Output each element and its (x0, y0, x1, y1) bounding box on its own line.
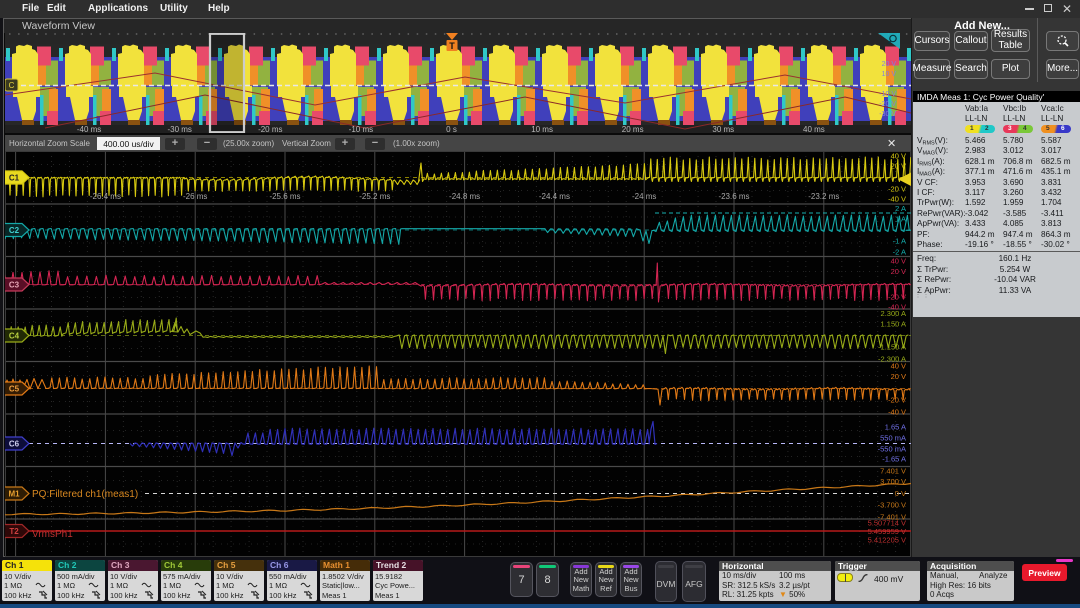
svg-text:-2 A: -2 A (893, 248, 906, 257)
svg-text:-20 V: -20 V (888, 396, 906, 405)
svg-text:550 mA: 550 mA (880, 434, 906, 443)
svg-text:-1.150 A: -1.150 A (878, 343, 906, 352)
svg-text:M1: M1 (8, 490, 20, 499)
svg-text:-26 ms: -26 ms (183, 192, 207, 201)
svg-text:10 V: 10 V (882, 71, 897, 78)
svg-text:-10 V: -10 V (879, 91, 896, 98)
svg-text:C5: C5 (9, 385, 20, 394)
svg-text:-30 V: -30 V (879, 111, 896, 118)
svg-text:PQ:Filtered ch1(meas1): PQ:Filtered ch1(meas1) (32, 489, 138, 500)
svg-text:C: C (9, 81, 15, 90)
svg-text:20 V: 20 V (891, 267, 906, 276)
svg-text:20 V: 20 V (891, 162, 906, 171)
svg-text:30 ms: 30 ms (712, 125, 734, 133)
svg-text:5.412205 V: 5.412205 V (868, 536, 906, 545)
svg-text:-1 A: -1 A (893, 237, 906, 246)
svg-text:2 A: 2 A (895, 204, 906, 213)
svg-text:-24 ms: -24 ms (632, 192, 656, 201)
svg-text:-30 ms: -30 ms (167, 125, 191, 133)
svg-text:1.65 A: 1.65 A (885, 423, 906, 432)
svg-text:C3: C3 (9, 281, 20, 290)
svg-text:-20 V: -20 V (879, 101, 896, 108)
svg-text:-1.65 A: -1.65 A (882, 455, 906, 464)
svg-text:-20 V: -20 V (888, 293, 906, 302)
svg-text:VrmsPh1: VrmsPh1 (32, 529, 73, 540)
svg-text:-23.6 ms: -23.6 ms (718, 192, 749, 201)
svg-text:-40 V: -40 V (888, 408, 906, 417)
svg-text:1.150 A: 1.150 A (881, 320, 906, 329)
svg-text:-23.2 ms: -23.2 ms (808, 192, 839, 201)
svg-text:40 ms: 40 ms (803, 125, 825, 133)
svg-text:-25.6 ms: -25.6 ms (269, 192, 300, 201)
svg-text:C1: C1 (9, 174, 20, 183)
svg-text:T2: T2 (9, 527, 19, 536)
svg-text:3.700 V: 3.700 V (880, 477, 906, 486)
svg-text:0 V: 0 V (895, 489, 906, 498)
svg-text:C4: C4 (9, 332, 20, 341)
svg-text:20 V: 20 V (891, 372, 906, 381)
svg-text:-20 ms: -20 ms (258, 125, 282, 133)
svg-text:0 s: 0 s (446, 125, 457, 133)
svg-text:C6: C6 (9, 440, 20, 449)
svg-text:-26.4 ms: -26.4 ms (90, 192, 121, 201)
svg-text:40 V: 40 V (891, 257, 906, 266)
svg-text:40 V: 40 V (891, 152, 906, 161)
svg-text:C2: C2 (9, 226, 20, 235)
svg-text:10 ms: 10 ms (531, 125, 553, 133)
svg-text:7.401 V: 7.401 V (880, 467, 906, 476)
svg-text:2.300 A: 2.300 A (881, 309, 906, 318)
svg-text:20 ms: 20 ms (622, 125, 644, 133)
svg-text:-25.2 ms: -25.2 ms (359, 192, 390, 201)
svg-text:-24.8 ms: -24.8 ms (449, 192, 480, 201)
svg-text:-20 V: -20 V (888, 185, 906, 194)
svg-text:-10 ms: -10 ms (349, 125, 373, 133)
svg-text:-24.4 ms: -24.4 ms (539, 192, 570, 201)
svg-text:T: T (449, 41, 455, 51)
svg-text:1 A: 1 A (895, 215, 906, 224)
svg-text:-40 ms: -40 ms (77, 125, 101, 133)
svg-text:40 V: 40 V (891, 362, 906, 371)
svg-text:-3.700 V: -3.700 V (878, 501, 906, 510)
svg-text:-550 mA: -550 mA (878, 445, 906, 454)
svg-text:-40 V: -40 V (888, 195, 906, 204)
svg-text:20 V: 20 V (882, 61, 897, 68)
